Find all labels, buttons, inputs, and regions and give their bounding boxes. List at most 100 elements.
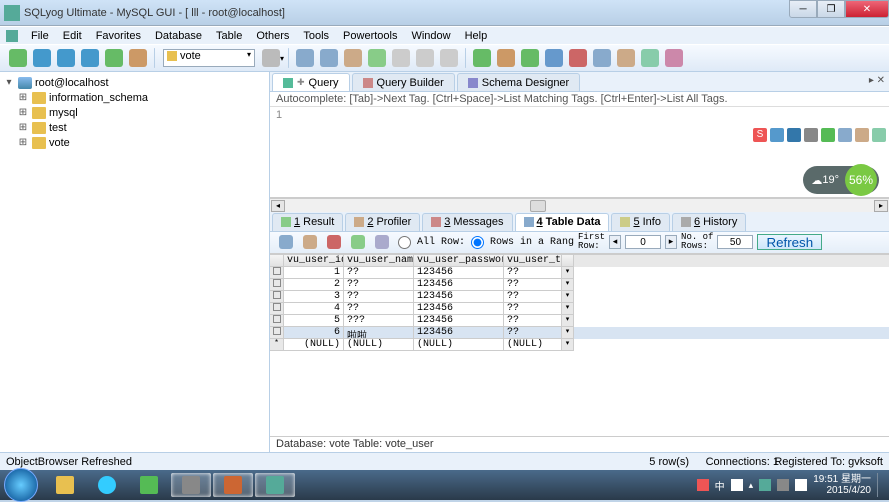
grid-null-row[interactable]: * (NULL) (NULL) (NULL) (NULL) ▾ (270, 339, 889, 351)
row-checkbox[interactable] (270, 315, 284, 327)
widget-icon[interactable] (804, 128, 818, 142)
tab-history[interactable]: 6 History (672, 213, 746, 231)
database-selector[interactable]: vote▾ (163, 49, 255, 67)
menu-favorites[interactable]: Favorites (89, 30, 148, 42)
data-grid[interactable]: vu_user_id vu_user_name vu_user_password… (270, 254, 889, 351)
cell[interactable]: 123456 (414, 327, 504, 339)
cell[interactable]: ?? (344, 267, 414, 279)
cell[interactable]: ?? (504, 303, 562, 315)
grid-row[interactable]: 5???123456??▾ (270, 315, 889, 327)
col-header[interactable]: vu_user_id (284, 255, 344, 267)
taskbar-item[interactable] (87, 473, 127, 497)
taskbar-item[interactable] (255, 473, 295, 497)
widget-icon[interactable] (872, 128, 886, 142)
cell[interactable]: ?? (504, 315, 562, 327)
menu-table[interactable]: Table (209, 30, 249, 42)
tray-expand-icon[interactable]: ▴ (749, 480, 754, 491)
expand-icon[interactable]: ⊞ (17, 122, 29, 133)
tool-icon[interactable] (57, 49, 75, 67)
cell[interactable]: 123456 (414, 303, 504, 315)
cell[interactable]: 123456 (414, 315, 504, 327)
grid-row[interactable]: 4??123456??▾ (270, 303, 889, 315)
object-browser[interactable]: ▾ root@localhost ⊞ information_schema ⊞ … (0, 72, 270, 452)
tool-icon[interactable] (521, 49, 539, 67)
scroll-left-icon[interactable]: ◂ (271, 200, 285, 212)
widget-icon[interactable] (821, 128, 835, 142)
show-desktop-button[interactable] (877, 473, 885, 497)
tab-query[interactable]: ✚Query (272, 73, 350, 91)
minimize-button[interactable]: ─ (789, 0, 817, 18)
dropdown-icon[interactable]: ▾ (562, 315, 574, 327)
tray-icon[interactable] (697, 479, 709, 491)
sql-editor[interactable]: 1 (270, 107, 889, 198)
cell[interactable]: 啦啦 (344, 327, 414, 339)
col-header[interactable]: vu_user_type (504, 255, 562, 267)
cell[interactable]: 4 (284, 303, 344, 315)
cell[interactable]: 123456 (414, 267, 504, 279)
col-header[interactable]: vu_user_name (344, 255, 414, 267)
menu-help[interactable]: Help (458, 30, 495, 42)
expand-icon[interactable]: ⊞ (17, 137, 29, 148)
tool-icon[interactable] (375, 235, 389, 249)
dropdown-icon[interactable]: ▾ (562, 279, 574, 291)
widget-icon[interactable] (770, 128, 784, 142)
cell[interactable]: (NULL) (504, 339, 562, 351)
sogou-icon[interactable]: S (753, 128, 767, 142)
clock[interactable]: 19:51 星期一 2015/4/20 (813, 474, 871, 496)
tab-messages[interactable]: 3 Messages (422, 213, 512, 231)
tree-db-node[interactable]: ⊞ test (3, 120, 266, 135)
tool-icon[interactable] (33, 49, 51, 67)
dropdown-icon[interactable]: ▾ (562, 303, 574, 315)
tool-icon[interactable] (440, 49, 458, 67)
cell[interactable]: ?? (344, 279, 414, 291)
close-tab-icon[interactable]: ▸ ✕ (869, 75, 885, 86)
tool-icon[interactable] (320, 49, 338, 67)
cell[interactable]: ?? (504, 267, 562, 279)
close-button[interactable]: ✕ (845, 0, 889, 18)
cell[interactable]: 3 (284, 291, 344, 303)
scroll-thumb[interactable] (530, 200, 546, 212)
cell[interactable]: 2 (284, 279, 344, 291)
dropdown-icon[interactable]: ▾ (562, 339, 574, 351)
system-menu-icon[interactable] (6, 30, 18, 42)
cell[interactable]: (NULL) (344, 339, 414, 351)
cell[interactable]: ?? (344, 303, 414, 315)
cell[interactable]: (NULL) (284, 339, 344, 351)
dropdown-icon[interactable]: ▾ (562, 291, 574, 303)
tool-icon[interactable] (473, 49, 491, 67)
tool-icon[interactable] (416, 49, 434, 67)
tool-icon[interactable] (569, 49, 587, 67)
grid-row[interactable]: 2??123456??▾ (270, 279, 889, 291)
delete-icon[interactable] (327, 235, 341, 249)
tab-result[interactable]: 1 Result (272, 213, 343, 231)
user-icon[interactable] (262, 49, 280, 67)
tree-db-node[interactable]: ⊞ information_schema (3, 90, 266, 105)
all-rows-radio[interactable] (398, 236, 411, 249)
tool-icon[interactable] (81, 49, 99, 67)
row-checkbox[interactable] (270, 267, 284, 279)
tool-icon[interactable] (641, 49, 659, 67)
tab-schema-designer[interactable]: Schema Designer (457, 73, 580, 91)
tree-server-node[interactable]: ▾ root@localhost (3, 75, 266, 90)
grid-row[interactable]: 6啦啦123456??▾ (270, 327, 889, 339)
col-header[interactable]: vu_user_password (414, 255, 504, 267)
cell[interactable]: 123456 (414, 279, 504, 291)
cell[interactable]: 123456 (414, 291, 504, 303)
menu-edit[interactable]: Edit (56, 30, 89, 42)
cell[interactable]: ?? (344, 291, 414, 303)
tab-profiler[interactable]: 2 Profiler (345, 213, 420, 231)
tree-db-node[interactable]: ⊞ vote (3, 135, 266, 150)
tool-icon[interactable] (296, 49, 314, 67)
tool-icon[interactable] (279, 235, 293, 249)
menu-powertools[interactable]: Powertools (336, 30, 404, 42)
tool-icon[interactable] (368, 49, 386, 67)
tab-table-data[interactable]: 4 Table Data (515, 213, 610, 231)
next-icon[interactable]: ▸ (665, 235, 677, 249)
cell[interactable]: 5 (284, 315, 344, 327)
scroll-right-icon[interactable]: ▸ (874, 200, 888, 212)
grid-row[interactable]: 3??123456??▾ (270, 291, 889, 303)
row-checkbox[interactable] (270, 279, 284, 291)
first-row-input[interactable] (625, 235, 661, 249)
tool-icon[interactable] (545, 49, 563, 67)
cell[interactable]: ?? (504, 327, 562, 339)
